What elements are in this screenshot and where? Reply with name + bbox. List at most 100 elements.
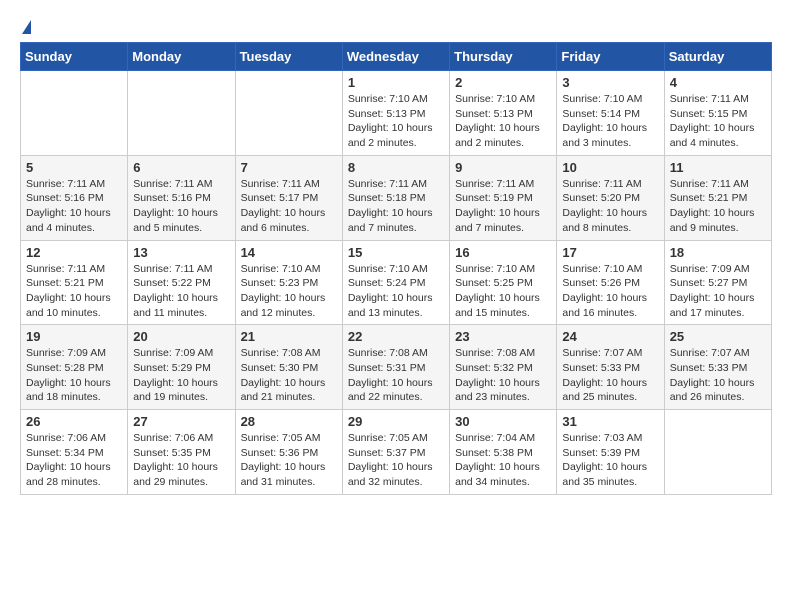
day-number: 25 <box>670 329 766 344</box>
day-number: 26 <box>26 414 122 429</box>
day-info: Sunrise: 7:10 AM Sunset: 5:13 PM Dayligh… <box>455 92 551 151</box>
day-number: 3 <box>562 75 658 90</box>
calendar-day-cell: 2 Sunrise: 7:10 AM Sunset: 5:13 PM Daylig… <box>450 71 557 156</box>
day-of-week-header: Sunday <box>21 43 128 71</box>
day-of-week-header: Friday <box>557 43 664 71</box>
day-info: Sunrise: 7:08 AM Sunset: 5:32 PM Dayligh… <box>455 346 551 405</box>
calendar-day-cell: 13 Sunrise: 7:11 AM Sunset: 5:22 PM Dayli… <box>128 240 235 325</box>
calendar-day-cell: 20 Sunrise: 7:09 AM Sunset: 5:29 PM Dayli… <box>128 325 235 410</box>
calendar-day-cell: 29 Sunrise: 7:05 AM Sunset: 5:37 PM Dayli… <box>342 410 449 495</box>
day-info: Sunrise: 7:11 AM Sunset: 5:21 PM Dayligh… <box>26 262 122 321</box>
calendar-header-row: SundayMondayTuesdayWednesdayThursdayFrid… <box>21 43 772 71</box>
day-number: 4 <box>670 75 766 90</box>
logo-triangle-icon <box>22 20 31 34</box>
calendar-week-row: 1 Sunrise: 7:10 AM Sunset: 5:13 PM Daylig… <box>21 71 772 156</box>
day-info: Sunrise: 7:03 AM Sunset: 5:39 PM Dayligh… <box>562 431 658 490</box>
day-info: Sunrise: 7:04 AM Sunset: 5:38 PM Dayligh… <box>455 431 551 490</box>
calendar-day-cell: 5 Sunrise: 7:11 AM Sunset: 5:16 PM Daylig… <box>21 155 128 240</box>
calendar-day-cell: 25 Sunrise: 7:07 AM Sunset: 5:33 PM Dayli… <box>664 325 771 410</box>
day-number: 31 <box>562 414 658 429</box>
calendar-day-cell: 14 Sunrise: 7:10 AM Sunset: 5:23 PM Dayli… <box>235 240 342 325</box>
day-info: Sunrise: 7:11 AM Sunset: 5:20 PM Dayligh… <box>562 177 658 236</box>
calendar-day-cell: 11Sunrise: 7:11 AM Sunset: 5:21 PM Dayli… <box>664 155 771 240</box>
day-number: 6 <box>133 160 229 175</box>
calendar-table: SundayMondayTuesdayWednesdayThursdayFrid… <box>20 42 772 495</box>
day-number: 24 <box>562 329 658 344</box>
day-number: 22 <box>348 329 444 344</box>
day-info: Sunrise: 7:10 AM Sunset: 5:26 PM Dayligh… <box>562 262 658 321</box>
calendar-day-cell: 7Sunrise: 7:11 AM Sunset: 5:17 PM Daylig… <box>235 155 342 240</box>
calendar-day-cell: 23 Sunrise: 7:08 AM Sunset: 5:32 PM Dayli… <box>450 325 557 410</box>
calendar-week-row: 26Sunrise: 7:06 AM Sunset: 5:34 PM Dayli… <box>21 410 772 495</box>
day-info: Sunrise: 7:11 AM Sunset: 5:16 PM Dayligh… <box>26 177 122 236</box>
logo <box>20 20 31 32</box>
day-info: Sunrise: 7:07 AM Sunset: 5:33 PM Dayligh… <box>562 346 658 405</box>
day-number: 8 <box>348 160 444 175</box>
calendar-day-cell <box>128 71 235 156</box>
calendar-day-cell: 9 Sunrise: 7:11 AM Sunset: 5:19 PM Daylig… <box>450 155 557 240</box>
day-number: 30 <box>455 414 551 429</box>
calendar-day-cell: 4 Sunrise: 7:11 AM Sunset: 5:15 PM Daylig… <box>664 71 771 156</box>
day-info: Sunrise: 7:11 AM Sunset: 5:16 PM Dayligh… <box>133 177 229 236</box>
day-number: 7 <box>241 160 337 175</box>
calendar-day-cell: 28Sunrise: 7:05 AM Sunset: 5:36 PM Dayli… <box>235 410 342 495</box>
calendar-day-cell: 26Sunrise: 7:06 AM Sunset: 5:34 PM Dayli… <box>21 410 128 495</box>
calendar-day-cell <box>664 410 771 495</box>
day-of-week-header: Wednesday <box>342 43 449 71</box>
day-of-week-header: Monday <box>128 43 235 71</box>
calendar-day-cell: 19 Sunrise: 7:09 AM Sunset: 5:28 PM Dayli… <box>21 325 128 410</box>
day-number: 23 <box>455 329 551 344</box>
day-info: Sunrise: 7:10 AM Sunset: 5:23 PM Dayligh… <box>241 262 337 321</box>
day-of-week-header: Thursday <box>450 43 557 71</box>
calendar-week-row: 12 Sunrise: 7:11 AM Sunset: 5:21 PM Dayli… <box>21 240 772 325</box>
day-info: Sunrise: 7:06 AM Sunset: 5:35 PM Dayligh… <box>133 431 229 490</box>
day-number: 1 <box>348 75 444 90</box>
calendar-day-cell: 10 Sunrise: 7:11 AM Sunset: 5:20 PM Dayli… <box>557 155 664 240</box>
day-info: Sunrise: 7:07 AM Sunset: 5:33 PM Dayligh… <box>670 346 766 405</box>
day-number: 5 <box>26 160 122 175</box>
day-info: Sunrise: 7:11 AM Sunset: 5:22 PM Dayligh… <box>133 262 229 321</box>
day-info: Sunrise: 7:09 AM Sunset: 5:27 PM Dayligh… <box>670 262 766 321</box>
day-number: 16 <box>455 245 551 260</box>
calendar-day-cell: 3Sunrise: 7:10 AM Sunset: 5:14 PM Daylig… <box>557 71 664 156</box>
day-number: 12 <box>26 245 122 260</box>
day-number: 27 <box>133 414 229 429</box>
day-info: Sunrise: 7:10 AM Sunset: 5:24 PM Dayligh… <box>348 262 444 321</box>
day-number: 21 <box>241 329 337 344</box>
day-info: Sunrise: 7:11 AM Sunset: 5:18 PM Dayligh… <box>348 177 444 236</box>
day-number: 18 <box>670 245 766 260</box>
day-number: 14 <box>241 245 337 260</box>
calendar-day-cell: 22 Sunrise: 7:08 AM Sunset: 5:31 PM Dayli… <box>342 325 449 410</box>
day-info: Sunrise: 7:11 AM Sunset: 5:15 PM Dayligh… <box>670 92 766 151</box>
calendar-day-cell <box>235 71 342 156</box>
calendar-day-cell: 24 Sunrise: 7:07 AM Sunset: 5:33 PM Dayli… <box>557 325 664 410</box>
day-number: 15 <box>348 245 444 260</box>
page-header <box>20 20 772 32</box>
calendar-day-cell: 6 Sunrise: 7:11 AM Sunset: 5:16 PM Daylig… <box>128 155 235 240</box>
day-number: 28 <box>241 414 337 429</box>
day-info: Sunrise: 7:09 AM Sunset: 5:28 PM Dayligh… <box>26 346 122 405</box>
day-number: 9 <box>455 160 551 175</box>
calendar-day-cell <box>21 71 128 156</box>
calendar-week-row: 5 Sunrise: 7:11 AM Sunset: 5:16 PM Daylig… <box>21 155 772 240</box>
day-info: Sunrise: 7:11 AM Sunset: 5:19 PM Dayligh… <box>455 177 551 236</box>
day-number: 29 <box>348 414 444 429</box>
day-number: 19 <box>26 329 122 344</box>
calendar-day-cell: 1 Sunrise: 7:10 AM Sunset: 5:13 PM Daylig… <box>342 71 449 156</box>
day-number: 2 <box>455 75 551 90</box>
calendar-day-cell: 27 Sunrise: 7:06 AM Sunset: 5:35 PM Dayli… <box>128 410 235 495</box>
day-of-week-header: Tuesday <box>235 43 342 71</box>
calendar-day-cell: 18 Sunrise: 7:09 AM Sunset: 5:27 PM Dayli… <box>664 240 771 325</box>
calendar-day-cell: 8 Sunrise: 7:11 AM Sunset: 5:18 PM Daylig… <box>342 155 449 240</box>
day-info: Sunrise: 7:09 AM Sunset: 5:29 PM Dayligh… <box>133 346 229 405</box>
day-number: 20 <box>133 329 229 344</box>
day-info: Sunrise: 7:08 AM Sunset: 5:31 PM Dayligh… <box>348 346 444 405</box>
calendar-day-cell: 30 Sunrise: 7:04 AM Sunset: 5:38 PM Dayli… <box>450 410 557 495</box>
day-info: Sunrise: 7:10 AM Sunset: 5:13 PM Dayligh… <box>348 92 444 151</box>
calendar-day-cell: 31 Sunrise: 7:03 AM Sunset: 5:39 PM Dayli… <box>557 410 664 495</box>
day-number: 13 <box>133 245 229 260</box>
day-info: Sunrise: 7:05 AM Sunset: 5:37 PM Dayligh… <box>348 431 444 490</box>
day-info: Sunrise: 7:11 AM Sunset: 5:21 PM Dayligh… <box>670 177 766 236</box>
calendar-day-cell: 21Sunrise: 7:08 AM Sunset: 5:30 PM Dayli… <box>235 325 342 410</box>
day-number: 10 <box>562 160 658 175</box>
